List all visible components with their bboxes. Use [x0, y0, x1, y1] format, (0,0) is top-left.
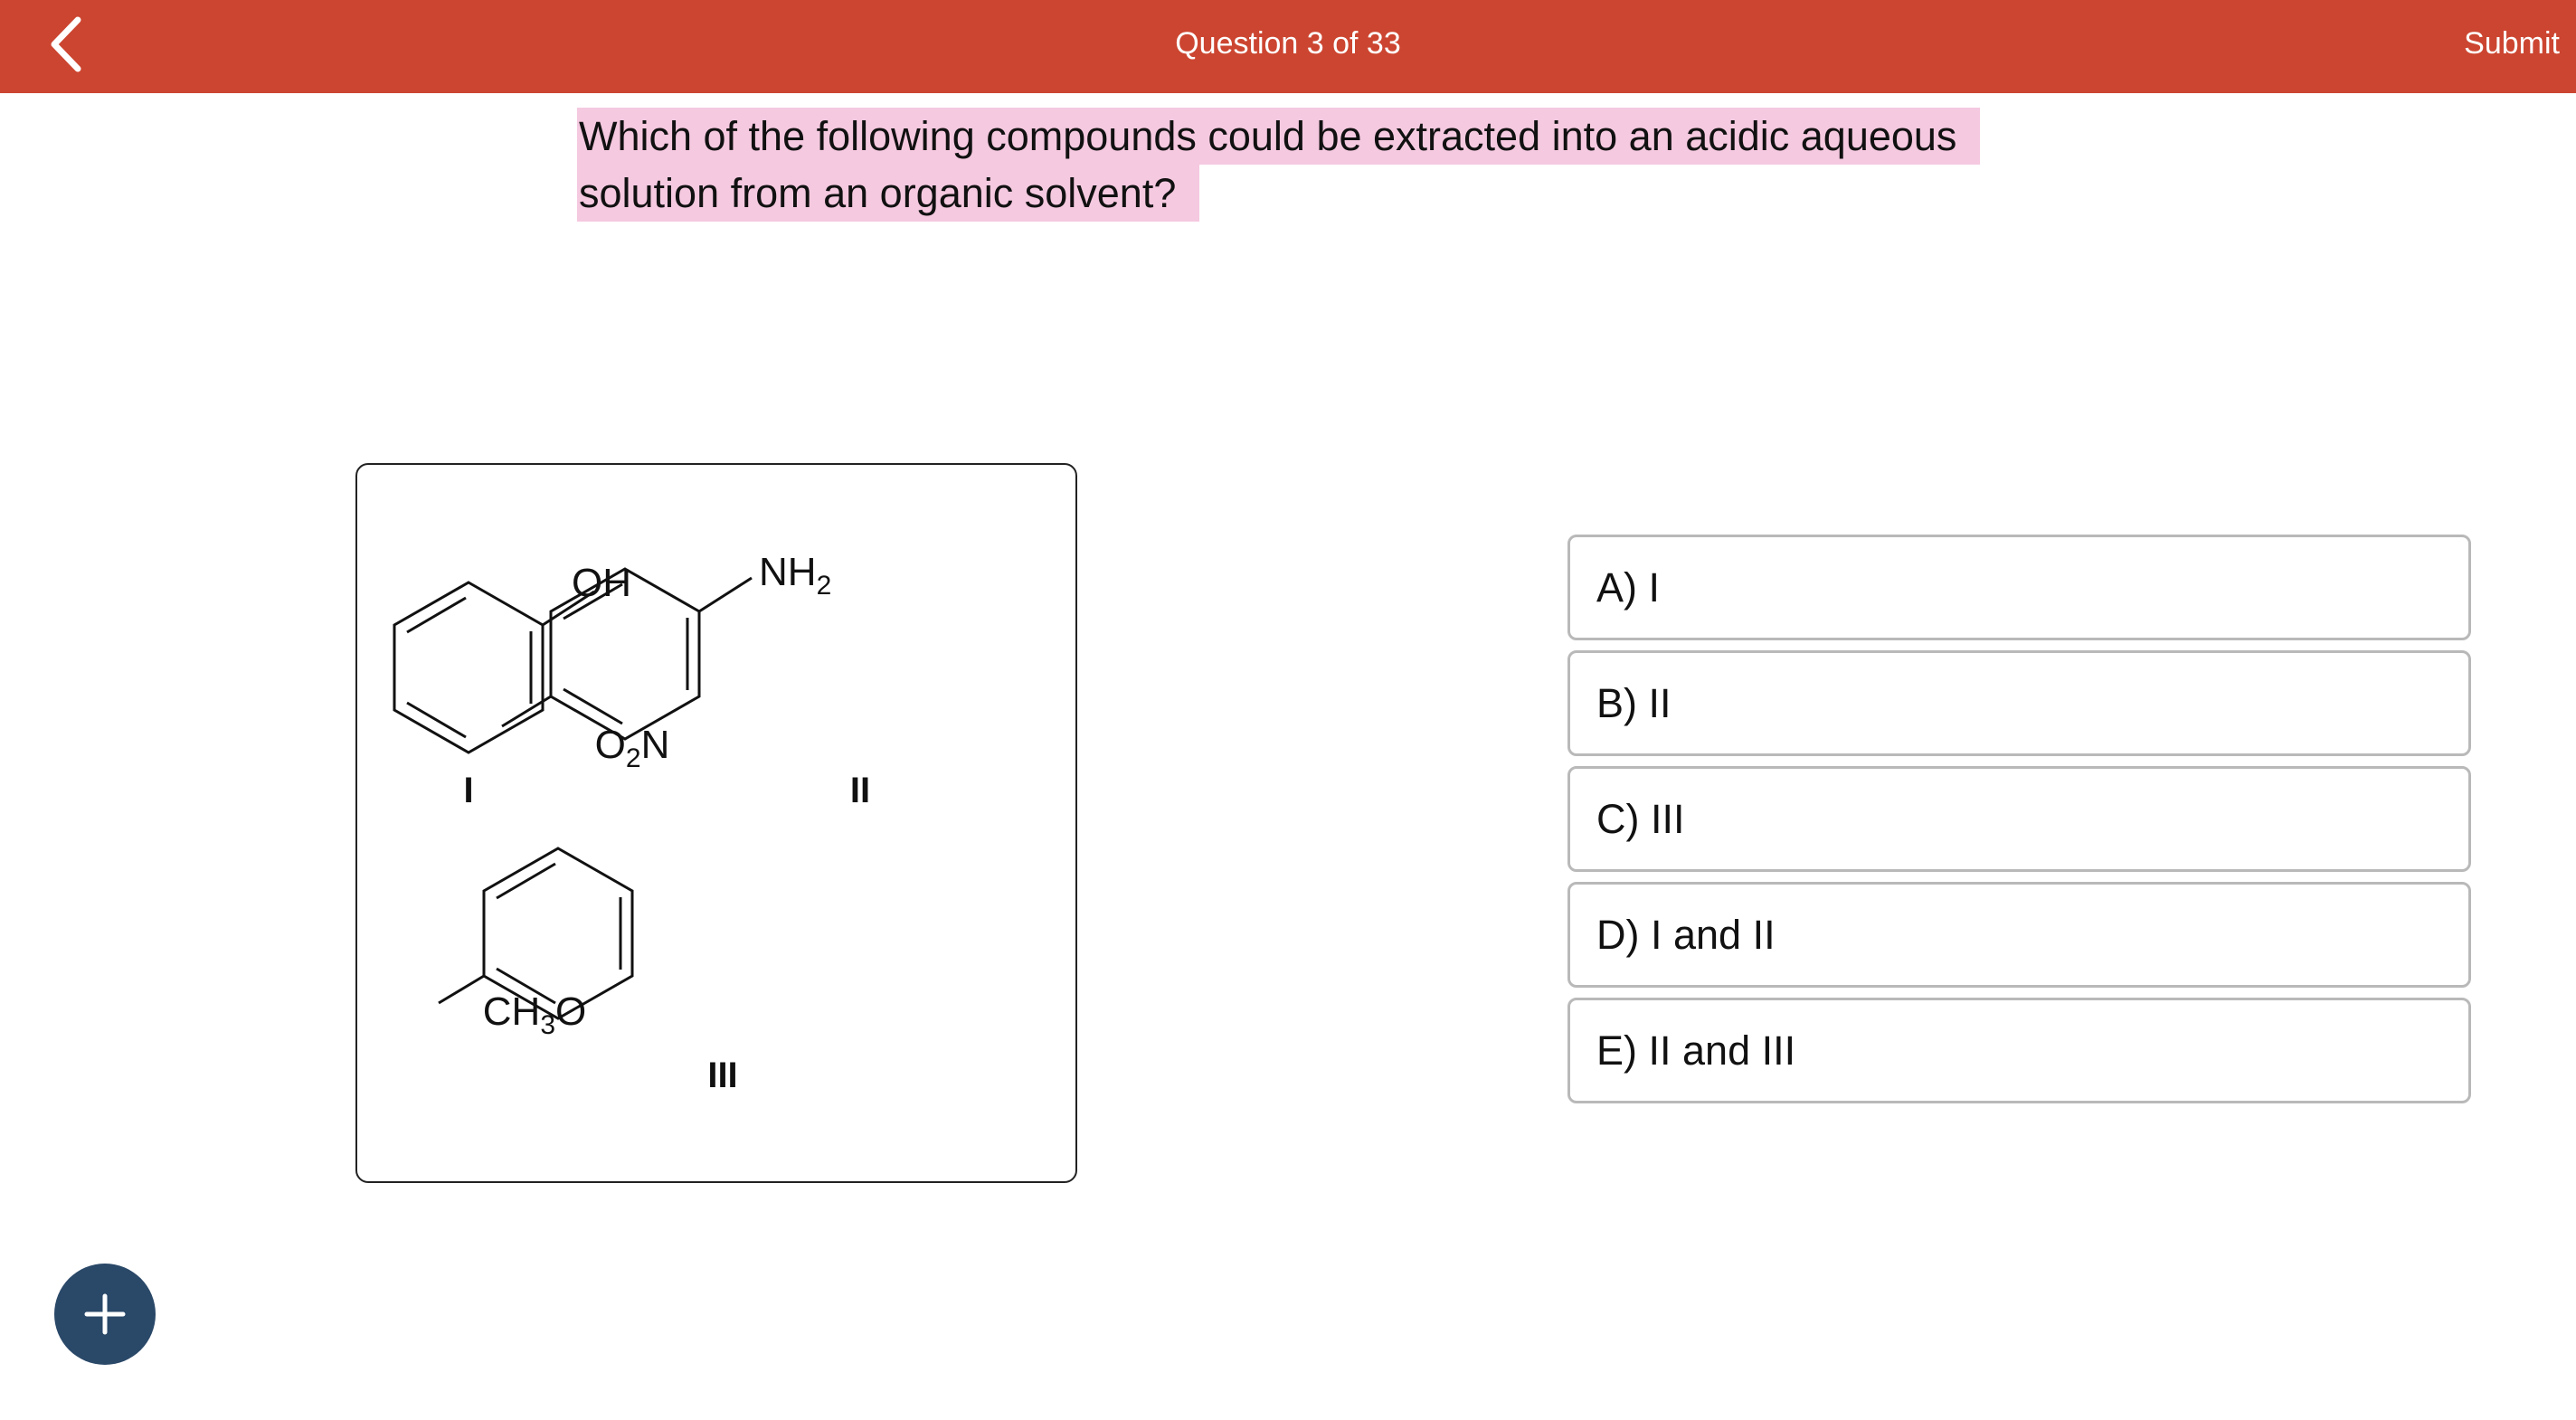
option-c[interactable]: C) III — [1567, 766, 2471, 872]
option-e[interactable]: E) II and III — [1567, 998, 2471, 1103]
compound-1-label: I — [463, 771, 473, 810]
compound-structures-figure: OH NH2 O2N CH3O I II III — [355, 463, 1077, 1183]
compound-2-label: II — [850, 771, 870, 810]
question-text-highlight: Which of the following compounds could b… — [577, 108, 1981, 222]
compound-3-ch3o-label: CH3O — [483, 989, 586, 1040]
compound-3-och3-bond — [438, 974, 485, 1005]
plus-icon — [84, 1293, 126, 1335]
structures-svg: OH NH2 O2N CH3O I II III — [393, 550, 870, 1095]
question-counter: Question 3 of 33 — [1175, 26, 1401, 61]
question-text: Which of the following compounds could b… — [577, 108, 1981, 222]
compound-1-benzene-ring — [393, 581, 545, 754]
compound-2-nh2-bond — [698, 576, 753, 613]
top-bar: Question 3 of 33 Submit — [0, 0, 2576, 93]
compound-1-oh-label: OH — [572, 561, 631, 605]
option-b[interactable]: B) II — [1567, 650, 2471, 756]
add-button[interactable] — [54, 1264, 156, 1365]
submit-button[interactable]: Submit — [2464, 24, 2560, 63]
compound-2-o2n-label: O2N — [595, 723, 670, 773]
compound-2-nh2-label: NH2 — [759, 550, 831, 601]
option-a[interactable]: A) I — [1567, 535, 2471, 640]
compound-3-label: III — [707, 1056, 737, 1095]
option-d[interactable]: D) I and II — [1567, 882, 2471, 988]
answer-options: A) I B) II C) III D) I and II E) II and … — [1567, 535, 2471, 1113]
compound-2-no2-bond — [501, 695, 552, 728]
